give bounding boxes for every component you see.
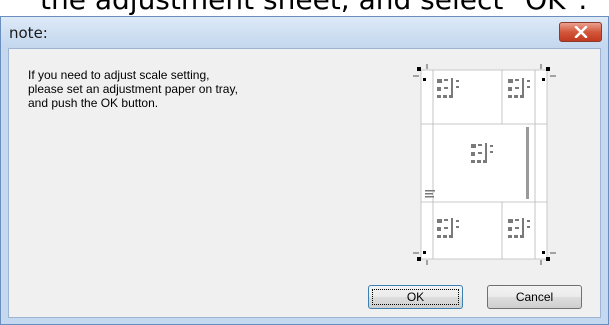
message-line: and push the OK button. xyxy=(28,96,159,110)
message-line: If you need to adjust scale setting, xyxy=(28,68,210,82)
ok-button[interactable]: OK xyxy=(368,285,463,309)
message-line: please set an adjustment paper on tray, xyxy=(28,82,238,96)
close-button[interactable] xyxy=(559,22,602,42)
dialog-message: If you need to adjust scale setting, ple… xyxy=(28,68,358,110)
ok-button-label: OK xyxy=(406,290,425,304)
note-dialog: note: If you need to adjust scale settin… xyxy=(0,16,609,325)
title-bar[interactable]: note: xyxy=(1,17,608,48)
background-caption-text: the adjustment sheet, and select "OK". xyxy=(40,0,587,14)
dialog-body: If you need to adjust scale setting, ple… xyxy=(8,48,601,318)
cancel-button[interactable]: Cancel xyxy=(487,285,582,309)
close-icon xyxy=(574,26,588,38)
adjustment-sheet-icon xyxy=(413,64,556,265)
cancel-button-label: Cancel xyxy=(515,290,554,304)
dialog-title: note: xyxy=(9,24,48,42)
